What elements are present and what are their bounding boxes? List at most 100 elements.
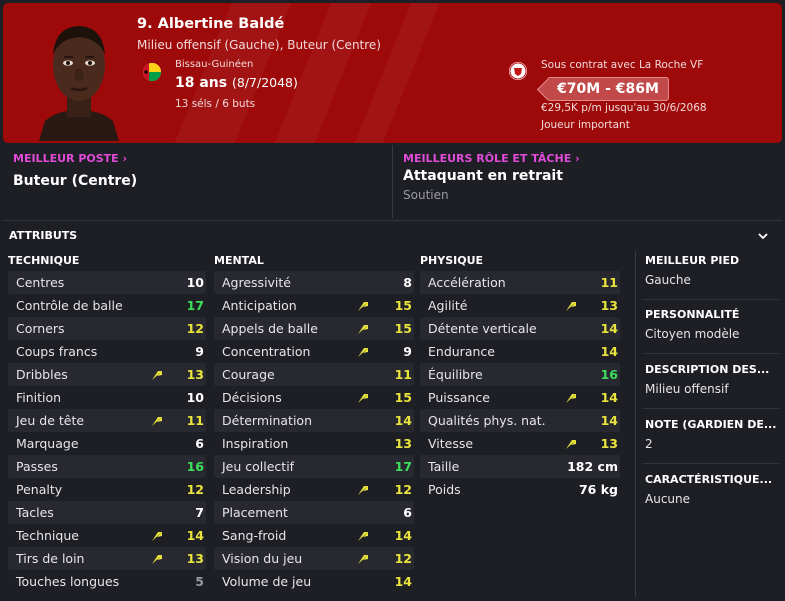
attribute-row[interactable]: Sang-froid 14 <box>214 524 414 547</box>
best-role: Attaquant en retrait <box>403 168 563 184</box>
attribute-row[interactable]: Corners 12 <box>8 317 206 340</box>
trend-arrow-icon <box>358 532 368 541</box>
attribute-row[interactable]: Placement 6 <box>214 501 414 524</box>
trend-arrow-icon <box>358 486 368 495</box>
attribute-row[interactable]: Taille 182 cm <box>420 455 620 478</box>
best-role-link[interactable]: MEILLEURS RÔLE ET TÂCHE › <box>403 152 580 165</box>
attribute-value: 7 <box>195 505 204 520</box>
attribute-value: 13 <box>600 436 618 451</box>
attribute-row[interactable]: Courage 11 <box>214 363 414 386</box>
attribute-row[interactable]: Volume de jeu 14 <box>214 570 414 593</box>
mental-title: MENTAL <box>214 254 264 267</box>
player-positions: Milieu offensif (Gauche), Buteur (Centre… <box>137 38 381 52</box>
trend-arrow-icon <box>358 302 368 311</box>
attribute-name: Penalty <box>16 482 63 497</box>
attribute-name: Dribbles <box>16 367 68 382</box>
attribute-row[interactable]: Concentration 9 <box>214 340 414 363</box>
attribute-row[interactable]: Penalty 12 <box>8 478 206 501</box>
attribute-value: 14 <box>394 413 412 428</box>
attribute-value: 76 kg <box>578 482 618 497</box>
trend-arrow-icon <box>566 394 576 403</box>
transfer-value-badge: €70M - €86M <box>547 77 669 101</box>
attribute-row[interactable]: Coups francs 9 <box>8 340 206 363</box>
attribute-value: 12 <box>394 482 412 497</box>
trend-arrow-icon <box>358 555 368 564</box>
trend-arrow-icon <box>152 532 162 541</box>
attribute-value: 12 <box>394 551 412 566</box>
attribute-name: Technique <box>16 528 79 543</box>
attribute-name: Accélération <box>428 275 506 290</box>
attribute-row[interactable]: Leadership 12 <box>214 478 414 501</box>
attribute-value: 182 cm <box>567 459 618 474</box>
attribute-name: Vision du jeu <box>222 551 303 566</box>
attribute-name: Endurance <box>428 344 495 359</box>
chevron-down-icon[interactable] <box>756 229 770 243</box>
attribute-row[interactable]: Finition 10 <box>8 386 206 409</box>
header-stripe <box>274 3 372 143</box>
attribute-row[interactable]: Accélération 11 <box>420 271 620 294</box>
attribute-row[interactable]: Inspiration 13 <box>214 432 414 455</box>
attribute-value: 14 <box>394 574 412 589</box>
chevron-right-icon: › <box>575 152 580 165</box>
role-divider <box>392 145 393 218</box>
attribute-row[interactable]: Technique 14 <box>8 524 206 547</box>
attribute-name: Qualités phys. nat. <box>428 413 546 428</box>
attribute-row[interactable]: Marquage 6 <box>8 432 206 455</box>
attribute-name: Anticipation <box>222 298 297 313</box>
nationality-flag-icon <box>143 63 161 81</box>
attribute-row[interactable]: Puissance 14 <box>420 386 620 409</box>
attribute-row[interactable]: Détente verticale 14 <box>420 317 620 340</box>
attribute-value: 14 <box>600 321 618 336</box>
side-divider-line <box>643 299 779 300</box>
best-position-link[interactable]: MEILLEUR POSTE › <box>13 152 127 165</box>
side-info-label: DESCRIPTION DES... <box>645 363 770 376</box>
attribute-name: Finition <box>16 390 62 405</box>
trend-arrow-icon <box>566 302 576 311</box>
age-value: 18 ans <box>175 75 228 91</box>
attribute-value: 14 <box>600 413 618 428</box>
attribute-row[interactable]: Anticipation 15 <box>214 294 414 317</box>
attribute-value: 15 <box>394 321 412 336</box>
side-divider-line <box>643 408 779 409</box>
attribute-row[interactable]: Poids 76 kg <box>420 478 620 501</box>
attribute-row[interactable]: Jeu collectif 17 <box>214 455 414 478</box>
attribute-name: Taille <box>428 459 460 474</box>
attribute-name: Volume de jeu <box>222 574 312 589</box>
side-info-label: PERSONNALITÉ <box>645 308 740 321</box>
attribute-row[interactable]: Dribbles 13 <box>8 363 206 386</box>
attribute-row[interactable]: Passes 16 <box>8 455 206 478</box>
attribute-row[interactable]: Détermination 14 <box>214 409 414 432</box>
attribute-row[interactable]: Contrôle de balle 17 <box>8 294 206 317</box>
nationality: Bissau-Guinéen <box>175 59 254 70</box>
attribute-name: Leadership <box>222 482 291 497</box>
attribute-value: 6 <box>195 436 204 451</box>
attribute-name: Jeu de tête <box>16 413 85 428</box>
attribute-name: Tacles <box>16 505 54 520</box>
attribute-name: Tirs de loin <box>16 551 85 566</box>
attribute-row[interactable]: Vision du jeu 12 <box>214 547 414 570</box>
contract-club[interactable]: Sous contrat avec La Roche VF <box>541 59 703 71</box>
attribute-row[interactable]: Agressivité 8 <box>214 271 414 294</box>
attribute-row[interactable]: Vitesse 13 <box>420 432 620 455</box>
attribute-row[interactable]: Tirs de loin 13 <box>8 547 206 570</box>
attribute-row[interactable]: Équilibre 16 <box>420 363 620 386</box>
attribute-name: Coups francs <box>16 344 98 359</box>
attribute-row[interactable]: Centres 10 <box>8 271 206 294</box>
attribute-row[interactable]: Touches longues 5 <box>8 570 206 593</box>
attribute-row[interactable]: Agilité 13 <box>420 294 620 317</box>
player-face-image <box>39 26 119 141</box>
attribute-row[interactable]: Endurance 14 <box>420 340 620 363</box>
attribute-value: 10 <box>186 390 204 405</box>
attribute-row[interactable]: Tacles 7 <box>8 501 206 524</box>
attribute-value: 16 <box>186 459 204 474</box>
attribute-row[interactable]: Jeu de tête 11 <box>8 409 206 432</box>
attribute-value: 12 <box>186 482 204 497</box>
attribute-name: Placement <box>222 505 288 520</box>
attribute-row[interactable]: Qualités phys. nat. 14 <box>420 409 620 432</box>
attribute-value: 14 <box>186 528 204 543</box>
attribute-row[interactable]: Décisions 15 <box>214 386 414 409</box>
attributes-title: ATTRIBUTS <box>9 229 78 242</box>
attribute-name: Poids <box>428 482 461 497</box>
attribute-row[interactable]: Appels de balle 15 <box>214 317 414 340</box>
attribute-name: Détermination <box>222 413 313 428</box>
